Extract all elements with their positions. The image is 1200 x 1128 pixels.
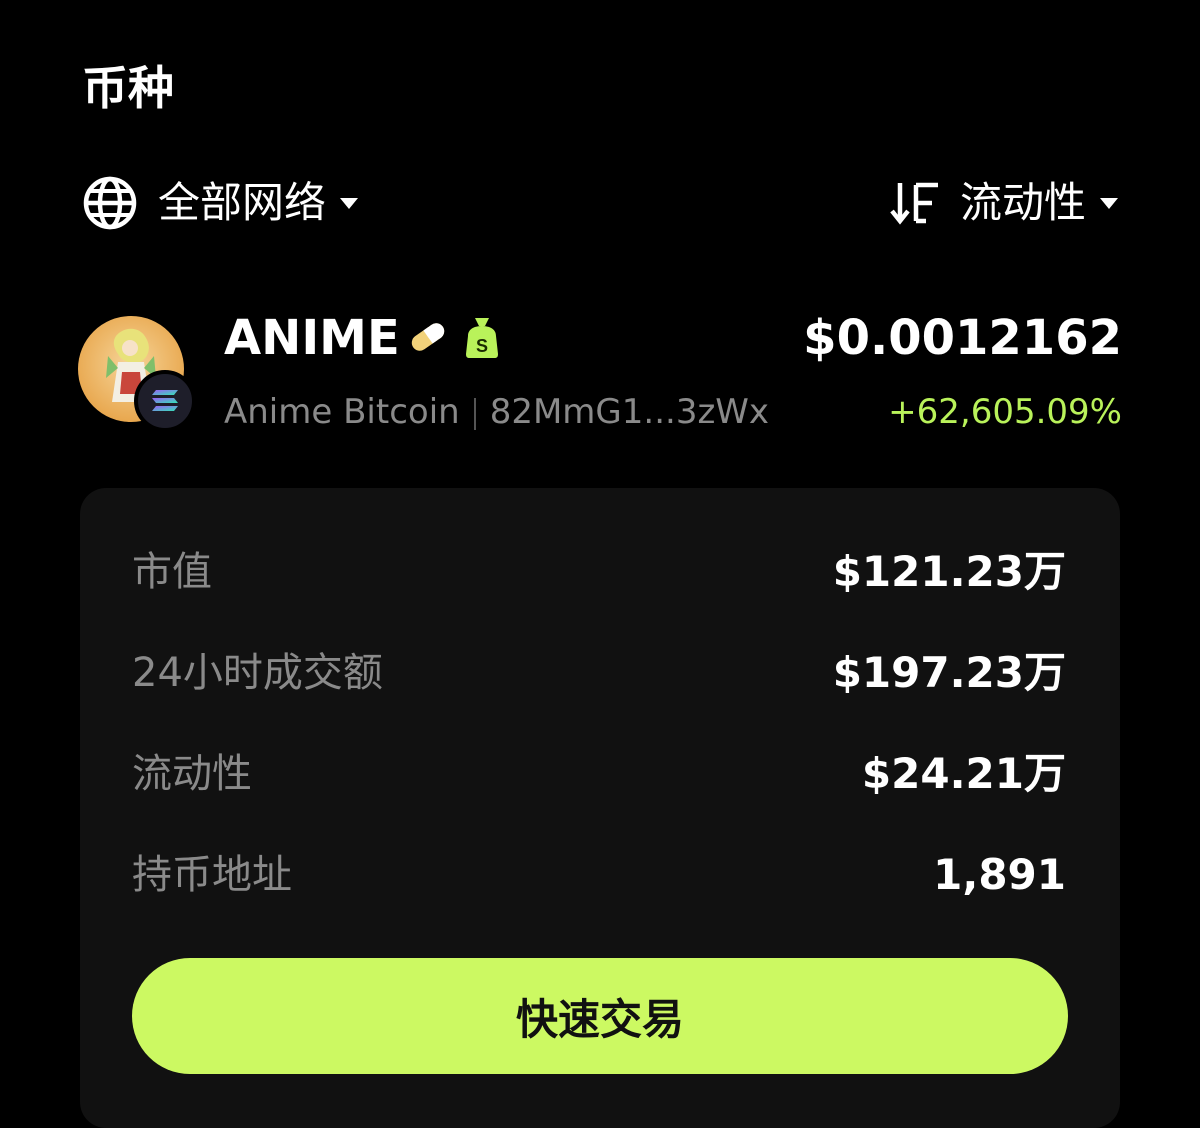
token-subtitle: Anime Bitcoin 82MmG1...3zWx	[224, 388, 769, 436]
token-list-item[interactable]: ANIME S Anime Bitcoin 82MmG1...3zWx $0.00…	[78, 300, 1122, 440]
token-stats-card: 市值 $121.23万 24小时成交额 $197.23万 流动性 $24.21万…	[80, 488, 1120, 1128]
token-symbol: ANIME	[224, 310, 400, 366]
chevron-down-icon	[340, 197, 359, 209]
stat-label: 流动性	[132, 751, 252, 797]
stat-row-liquidity: 流动性 $24.21万	[132, 744, 1066, 804]
stat-value: 1,891	[933, 850, 1066, 899]
sort-icon	[888, 177, 940, 229]
solana-icon	[134, 370, 196, 432]
stat-label: 24小时成交额	[132, 650, 383, 696]
pill-icon	[406, 315, 450, 363]
section-title: 币种	[82, 61, 174, 115]
svg-text:S: S	[476, 336, 488, 356]
stat-label: 持币地址	[132, 852, 292, 898]
token-address[interactable]: 82MmG1...3zWx	[490, 392, 769, 432]
stat-row-holders: 持币地址 1,891	[132, 845, 1066, 905]
token-price: $0.0012162	[803, 310, 1122, 366]
sort-filter[interactable]: 流动性	[888, 172, 1118, 234]
token-tags: S	[406, 314, 502, 364]
chevron-down-icon	[1100, 197, 1118, 209]
divider	[473, 397, 476, 430]
token-change: +62,605.09%	[888, 392, 1122, 432]
quick-trade-button[interactable]: 快速交易	[132, 958, 1068, 1074]
network-filter-label: 全部网络	[158, 178, 327, 227]
stat-label: 市值	[132, 549, 212, 595]
stat-value: $24.21万	[861, 749, 1066, 798]
stat-value: $197.23万	[832, 648, 1066, 697]
sort-filter-label: 流动性	[959, 178, 1086, 227]
money-bag-icon: S	[462, 314, 502, 364]
stat-row-24h-volume: 24小时成交额 $197.23万	[132, 643, 1066, 703]
network-filter[interactable]: 全部网络	[82, 172, 359, 234]
globe-icon	[82, 175, 138, 231]
token-name: Anime Bitcoin	[224, 392, 460, 432]
stat-row-market-cap: 市值 $121.23万	[132, 542, 1066, 602]
stat-value: $121.23万	[832, 547, 1066, 596]
